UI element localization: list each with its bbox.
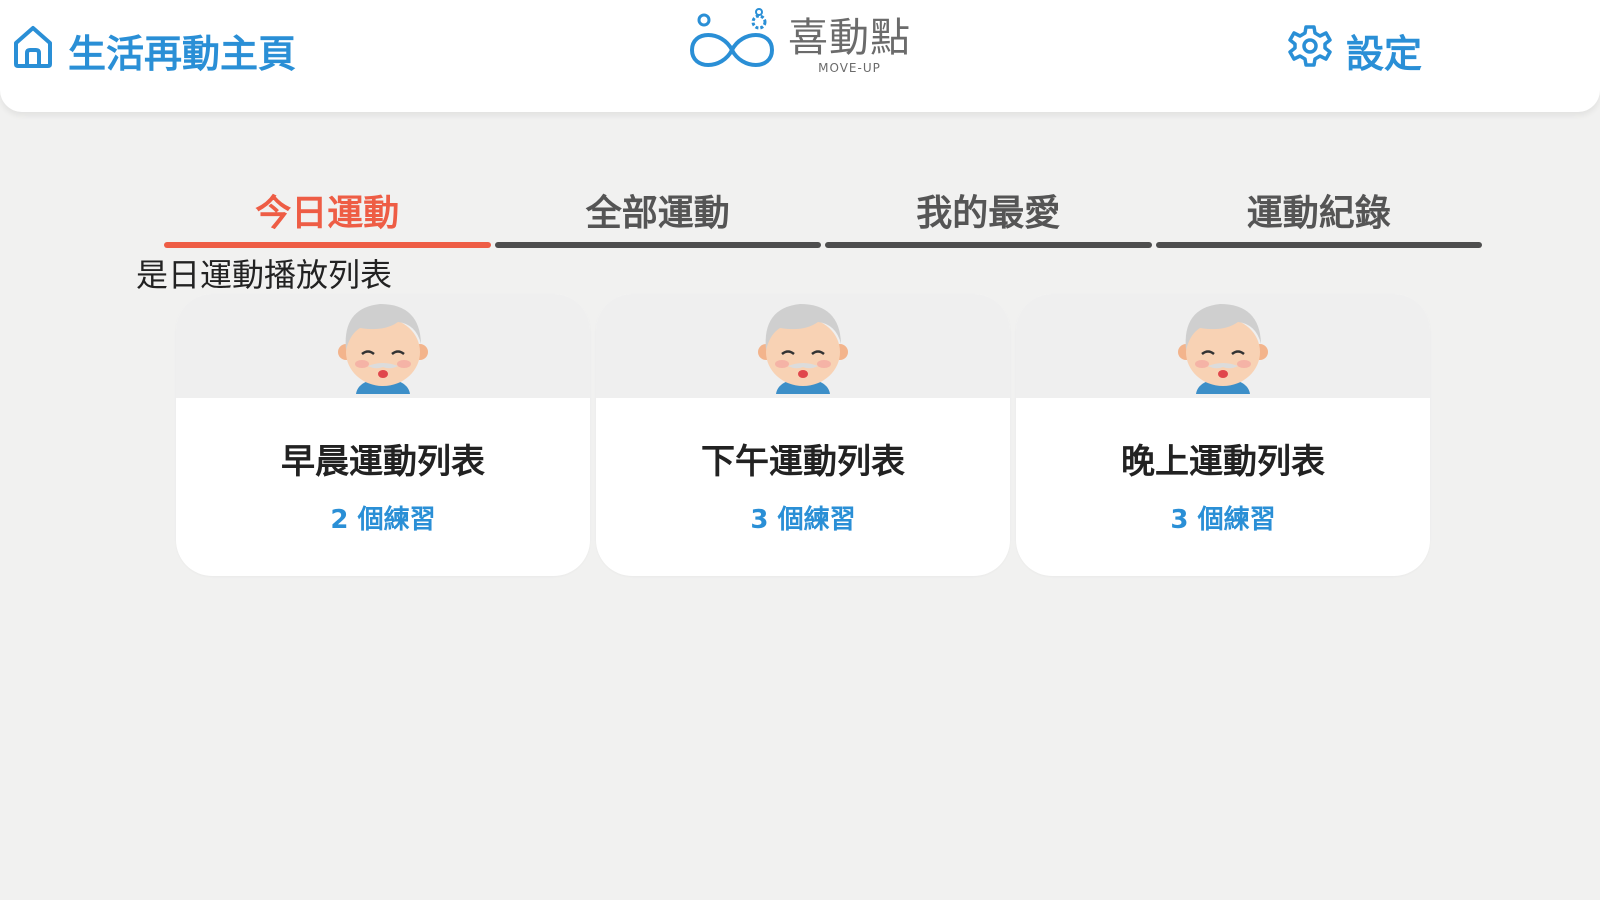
settings-button[interactable]: 設定 xyxy=(1288,24,1422,76)
home-label: 生活再動主頁 xyxy=(68,31,297,76)
infinity-logo-icon xyxy=(682,8,782,82)
home-button[interactable]: 生活再動主頁 xyxy=(12,24,296,76)
card-title: 下午運動列表 xyxy=(701,442,905,482)
section-title: 是日運動播放列表 xyxy=(136,256,393,294)
card-title: 晚上運動列表 xyxy=(1121,442,1325,482)
playlist-card-morning[interactable]: 早晨運動列表 2 個練習 xyxy=(176,294,590,576)
logo-subtitle: MOVE-UP xyxy=(818,61,881,75)
tab-all-exercises[interactable]: 全部運動 xyxy=(494,176,822,248)
card-image xyxy=(176,294,590,398)
tab-today-exercise[interactable]: 今日運動 xyxy=(164,176,491,248)
logo-name: 喜動點 xyxy=(788,15,911,61)
tab-bar: 今日運動 全部運動 我的最愛 運動紀錄 xyxy=(164,176,1482,248)
tab-exercise-records[interactable]: 運動紀錄 xyxy=(1155,176,1483,248)
tab-label: 全部運動 xyxy=(585,193,730,234)
top-bar: 生活再動主頁 喜動點 MOVE-UP 設定 xyxy=(0,0,1600,112)
card-exercise-count: 3 個練習 xyxy=(1170,505,1276,535)
home-icon xyxy=(12,23,54,78)
tab-favorites[interactable]: 我的最愛 xyxy=(825,176,1152,248)
settings-label: 設定 xyxy=(1346,31,1423,76)
card-exercise-count: 2 個練習 xyxy=(330,505,436,535)
tab-label: 運動紀錄 xyxy=(1246,193,1391,234)
elderly-avatar-icon xyxy=(748,294,858,398)
card-image xyxy=(596,294,1010,398)
playlist-card-evening[interactable]: 晚上運動列表 3 個練習 xyxy=(1016,294,1430,576)
playlist-card-afternoon[interactable]: 下午運動列表 3 個練習 xyxy=(596,294,1010,576)
card-exercise-count: 3 個練習 xyxy=(750,505,856,535)
elderly-avatar-icon xyxy=(1168,294,1278,398)
gear-icon xyxy=(1288,24,1332,77)
card-image xyxy=(1016,294,1430,398)
elderly-avatar-icon xyxy=(328,294,438,398)
tab-label: 今日運動 xyxy=(255,193,400,234)
playlist-cards: 早晨運動列表 2 個練習 下午運動列表 3 個練習 晚上運動列表 3 個練習 xyxy=(176,294,1430,576)
app-logo: 喜動點 MOVE-UP xyxy=(682,0,911,90)
card-title: 早晨運動列表 xyxy=(281,442,485,482)
tab-label: 我的最愛 xyxy=(916,193,1061,234)
